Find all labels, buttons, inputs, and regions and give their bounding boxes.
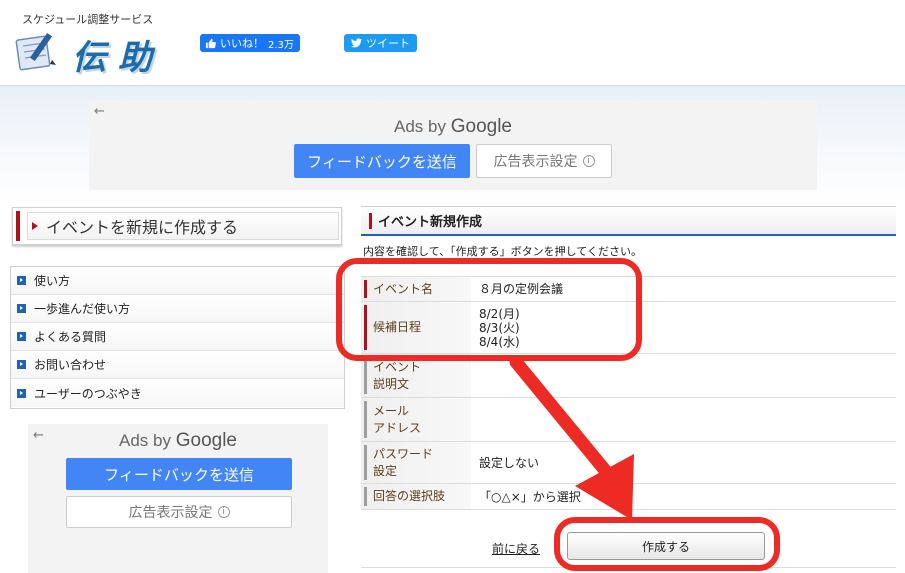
event-name-value: ８月の定例会議 bbox=[479, 282, 564, 296]
row-label-answer-options: 回答の選択肢 bbox=[361, 484, 471, 509]
candidate-date: 8/3(火) bbox=[479, 320, 520, 335]
row-value-answer-options: 「○△×」から選択 bbox=[471, 484, 896, 509]
row-value-event-description bbox=[471, 354, 896, 397]
facebook-like-label: いいね！ bbox=[220, 37, 264, 50]
password-setting-value: 設定しない bbox=[479, 455, 540, 470]
ad-feedback-button[interactable]: フィードバックを送信 bbox=[66, 458, 292, 490]
ads-by-google: Ads by Google bbox=[28, 430, 328, 452]
sidebar-item-advanced-usage[interactable]: 一歩進んだ使い方 bbox=[11, 295, 344, 323]
ad-settings-label: 広告表示設定 bbox=[493, 154, 578, 170]
bullet-arrow-icon bbox=[17, 304, 26, 313]
table-row: 回答の選択肢 「○△×」から選択 bbox=[361, 484, 896, 510]
table-row: イベント 説明文 bbox=[361, 354, 896, 398]
sidebar-item-label: ユーザーのつぶやき bbox=[34, 386, 142, 401]
bullet-arrow-icon bbox=[17, 332, 26, 341]
triangle-right-icon bbox=[32, 222, 38, 230]
row-label-password: パスワード 設定 bbox=[361, 442, 471, 483]
info-icon: i bbox=[582, 155, 595, 167]
side-ad-box: ← Ads by Google フィードバックを送信 広告表示設定 i bbox=[28, 424, 328, 573]
row-label-candidate-dates: 候補日程 bbox=[361, 302, 471, 353]
candidate-date: 8/2(月) bbox=[479, 306, 520, 321]
sidebar-item-label: よくある質問 bbox=[34, 330, 107, 344]
sidebar-item-faq[interactable]: よくある質問 bbox=[11, 323, 344, 351]
ads-by-label: Ads by bbox=[119, 431, 171, 450]
google-label: Google bbox=[175, 430, 237, 451]
sidebar-item-label: 一歩進んだ使い方 bbox=[34, 302, 131, 316]
thumbs-up-icon bbox=[205, 38, 216, 48]
page-title-text: イベント新規作成 bbox=[378, 215, 483, 230]
table-row: メール アドレス bbox=[361, 398, 896, 442]
ads-by-google: Ads by Google bbox=[89, 116, 817, 138]
sidebar-menu: 使い方 一歩進んだ使い方 よくある質問 お問い合わせ ユーザーのつぶやき bbox=[10, 266, 345, 409]
sidebar-item-user-voices[interactable]: ユーザーのつぶやき bbox=[11, 379, 344, 407]
ad-settings-button[interactable]: 広告表示設定 i bbox=[476, 144, 612, 178]
create-event-label: イベントを新規に作成する bbox=[46, 218, 239, 237]
row-value-candidate-dates: 8/2(月) 8/3(火) 8/4(水) bbox=[471, 302, 896, 353]
row-value-email bbox=[471, 398, 896, 441]
sidebar-item-how-to-use[interactable]: 使い方 bbox=[11, 267, 344, 295]
ad-feedback-button[interactable]: フィードバックを送信 bbox=[294, 144, 470, 178]
candidate-date: 8/4(水) bbox=[479, 334, 520, 349]
sidebar-item-label: 使い方 bbox=[34, 274, 71, 288]
create-button[interactable]: 作成する bbox=[567, 532, 765, 560]
back-link[interactable]: 前に戻る bbox=[492, 540, 540, 557]
info-icon: i bbox=[217, 506, 230, 518]
bullet-arrow-icon bbox=[17, 360, 26, 369]
table-row: 候補日程 8/2(月) 8/3(火) 8/4(水) bbox=[361, 302, 896, 354]
google-label: Google bbox=[450, 116, 512, 137]
site-tagline: スケジュール調整サービス bbox=[22, 13, 154, 26]
row-label-event-name: イベント名 bbox=[361, 277, 471, 301]
sidebar-item-contact[interactable]: お問い合わせ bbox=[11, 351, 344, 379]
page-title: イベント新規作成 bbox=[361, 206, 896, 236]
bullet-arrow-icon bbox=[17, 276, 26, 285]
ads-by-label: Ads by bbox=[394, 117, 446, 136]
tweet-button[interactable]: ツイート bbox=[344, 34, 417, 52]
twitter-bird-icon bbox=[351, 38, 362, 48]
table-row: パスワード 設定 設定しない bbox=[361, 442, 896, 484]
row-label-event-description: イベント 説明文 bbox=[361, 354, 471, 397]
top-ad-box: ← Ads by Google フィードバックを送信 広告表示設定 i bbox=[89, 100, 817, 190]
row-label-email: メール アドレス bbox=[361, 398, 471, 441]
site-logo[interactable]: 伝助 bbox=[72, 30, 164, 79]
form-actions: 前に戻る 作成する bbox=[361, 528, 896, 568]
table-row: イベント名 ８月の定例会議 bbox=[361, 276, 896, 302]
notebook-pen-icon[interactable] bbox=[12, 28, 64, 72]
tweet-label: ツイート bbox=[366, 37, 410, 50]
ad-settings-button[interactable]: 広告表示設定 i bbox=[66, 496, 292, 528]
site-header: スケジュール調整サービス 伝助 いいね！ 2.3万 ツイート bbox=[0, 0, 905, 86]
row-value-event-name: ８月の定例会議 bbox=[471, 277, 896, 301]
ad-settings-label: 広告表示設定 bbox=[128, 505, 213, 521]
facebook-like-count: 2.3万 bbox=[268, 39, 294, 51]
facebook-like-button[interactable]: いいね！ 2.3万 bbox=[200, 34, 300, 52]
row-value-password: 設定しない bbox=[471, 442, 896, 483]
instruction-text: 内容を確認して、「作成する」ボタンを押してください。 bbox=[363, 245, 642, 258]
create-event-link[interactable]: イベントを新規に作成する bbox=[12, 207, 342, 245]
event-summary-table: イベント名 ８月の定例会議 候補日程 8/2(月) 8/3(火) 8/4(水) … bbox=[361, 276, 896, 510]
sidebar-item-label: お問い合わせ bbox=[34, 358, 107, 372]
bullet-arrow-icon bbox=[17, 388, 26, 398]
answer-options-value: 「○△×」から選択 bbox=[479, 489, 581, 504]
